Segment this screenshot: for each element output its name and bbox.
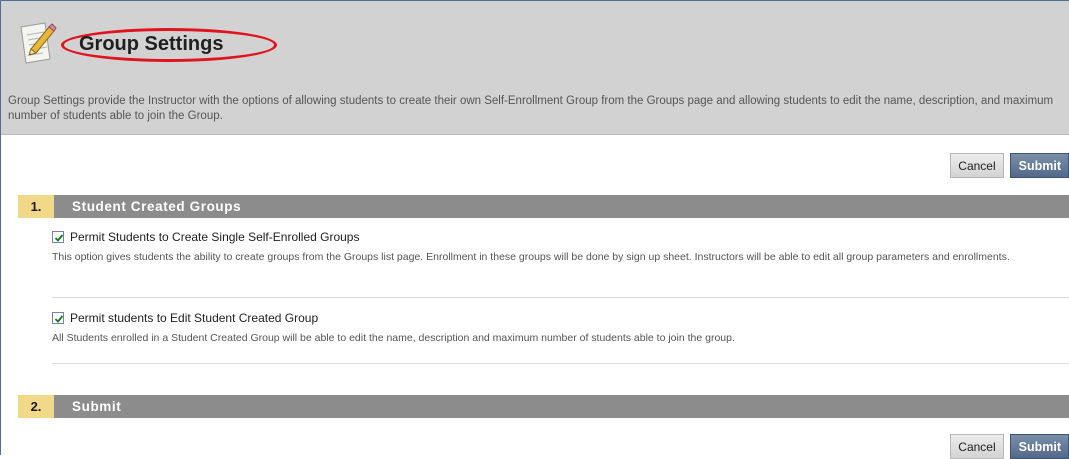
page-description: Group Settings provide the Instructor wi… [8,95,1054,122]
submit-button[interactable]: Submit [1009,434,1069,459]
create-groups-label[interactable]: Permit Students to Create Single Self-En… [70,230,359,244]
bottom-button-row: Cancel Submit [950,434,1069,459]
page-header: Group Settings Group Settings provide th… [1,1,1069,134]
edit-groups-description: All Students enrolled in a Student Creat… [52,332,735,344]
option-edit-groups: Permit students to Edit Student Created … [52,310,1057,345]
step-1-header: 1. Student Created Groups [18,195,1069,218]
pencil-paper-icon [20,22,57,64]
step-number: 2. [18,395,54,418]
step-2-header: 2. Submit [18,395,1069,418]
cancel-button[interactable]: Cancel [950,153,1004,178]
option-create-groups: Permit Students to Create Single Self-En… [52,229,1057,264]
edit-groups-label[interactable]: Permit students to Edit Student Created … [70,311,318,325]
checkmark-icon [54,234,64,242]
edit-groups-checkbox[interactable] [52,312,64,324]
step-title: Student Created Groups [72,199,242,214]
header-divider [1,134,1069,135]
cancel-button[interactable]: Cancel [950,434,1004,459]
submit-button[interactable]: Submit [1009,153,1069,178]
page-title: Group Settings [79,33,224,55]
option-divider [52,363,1069,364]
create-groups-checkbox[interactable] [52,231,64,243]
step-number: 1. [18,195,54,218]
checkmark-icon [54,315,64,323]
option-divider [52,297,1069,298]
create-groups-description: This option gives students the ability t… [52,251,1010,263]
step-title: Submit [72,399,122,414]
top-button-row: Cancel Submit [950,153,1069,178]
